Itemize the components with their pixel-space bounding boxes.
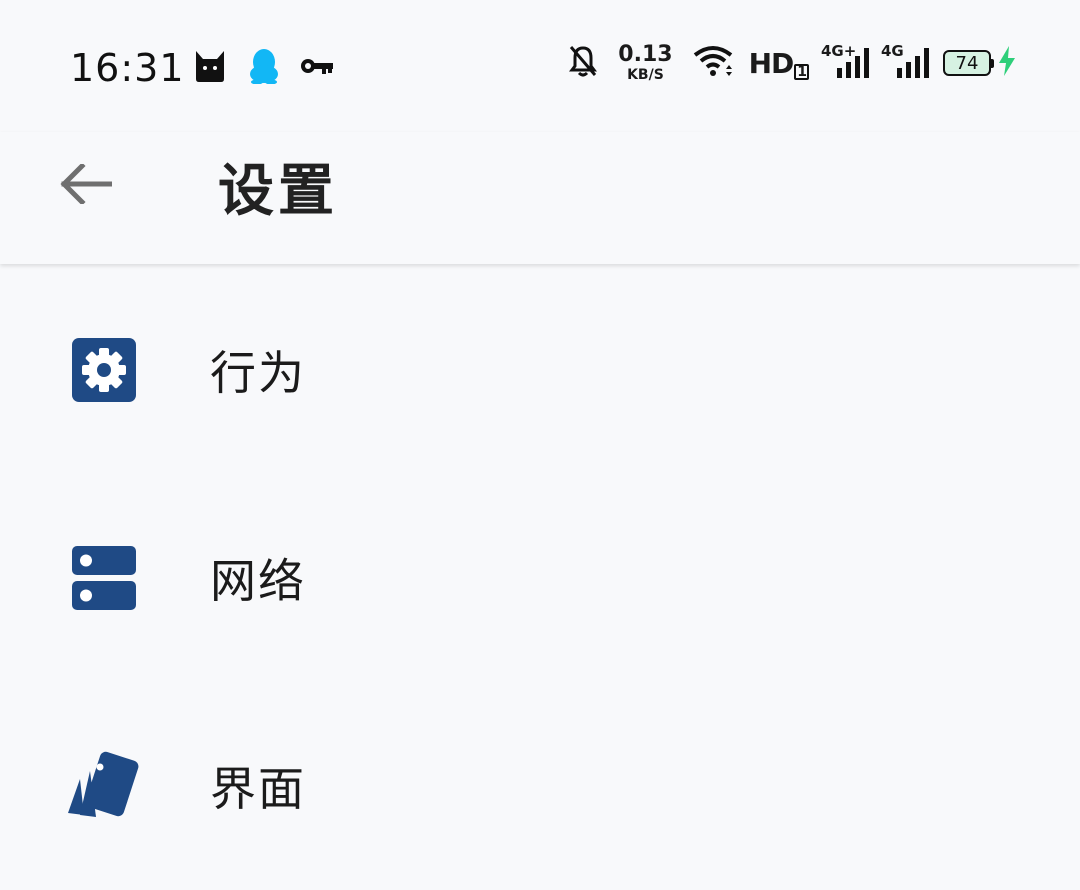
bell-off-icon	[568, 44, 598, 82]
network-speed-unit: KB/S	[627, 67, 664, 83]
battery-level: 74	[943, 50, 991, 76]
settings-item-interface[interactable]: 界面	[0, 682, 1080, 890]
server-icon	[64, 538, 144, 618]
charging-bolt-icon	[998, 46, 1016, 80]
status-time: 16:31	[70, 46, 185, 90]
gear-icon	[64, 330, 144, 410]
signal-sim2-tag: 4G	[881, 42, 904, 60]
app-bar: 设置	[0, 132, 1080, 264]
status-notification-icons	[192, 48, 334, 88]
signal-sim2: 4G	[881, 42, 929, 78]
signal-sim1-tag: 4G+	[821, 42, 857, 60]
settings-item-behavior[interactable]: 行为	[0, 266, 1080, 474]
settings-list: 行为 网络 界面	[0, 266, 1080, 890]
key-icon	[300, 56, 334, 80]
qq-penguin-icon	[248, 48, 280, 88]
network-speed: 0.13 KB/S	[618, 42, 673, 83]
arrow-left-icon	[60, 162, 113, 208]
wifi-icon	[693, 45, 735, 81]
back-button[interactable]	[56, 156, 116, 216]
cat-icon	[192, 49, 228, 87]
hd-sim-number: 1	[794, 63, 809, 80]
signal-sim1: 4G+	[821, 42, 869, 78]
status-system-icons: 0.13 KB/S HD 1 4G+ 4G 74	[568, 42, 1016, 83]
settings-item-label: 行为	[210, 346, 306, 400]
hd-voice-indicator: HD 1	[749, 47, 809, 80]
settings-item-label: 界面	[210, 762, 306, 816]
settings-item-label: 网络	[210, 554, 306, 608]
network-speed-value: 0.13	[618, 42, 673, 67]
palette-cards-icon	[64, 746, 144, 826]
status-bar: 16:31 0.13 KB/S HD 1 4G+ 4G 74	[0, 0, 1080, 132]
battery-indicator: 74	[943, 46, 1016, 80]
hd-label: HD	[748, 46, 795, 80]
settings-item-network[interactable]: 网络	[0, 474, 1080, 682]
page-title: 设置	[218, 159, 338, 224]
